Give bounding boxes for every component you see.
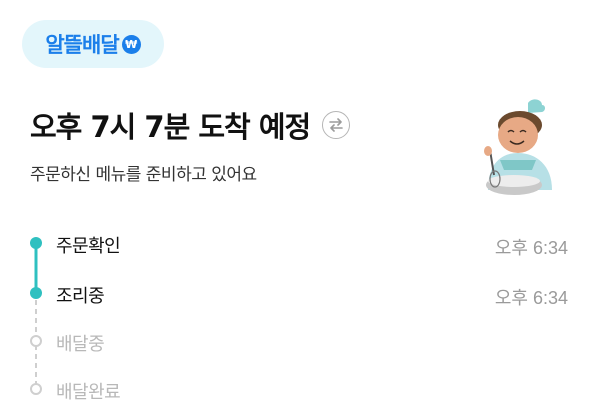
step-dot-4 xyxy=(30,383,42,395)
step-label-cooking: 조리중 xyxy=(56,286,105,307)
step-time-order-confirmed: 오후 6:34 xyxy=(494,238,568,258)
step-time-cooking: 오후 6:34 xyxy=(494,288,568,308)
step-label-delivered: 배달완료 xyxy=(56,382,121,403)
step-label-order-confirmed: 주문확인 xyxy=(56,236,121,257)
order-timeline: 주문확인 오후 6:34 조리중 오후 6:34 배달중 배달완료 xyxy=(0,0,600,417)
step-dot-1 xyxy=(30,237,42,249)
step-label-delivering: 배달중 xyxy=(56,334,105,355)
step-dot-2 xyxy=(30,287,42,299)
step-dot-3 xyxy=(30,335,42,347)
